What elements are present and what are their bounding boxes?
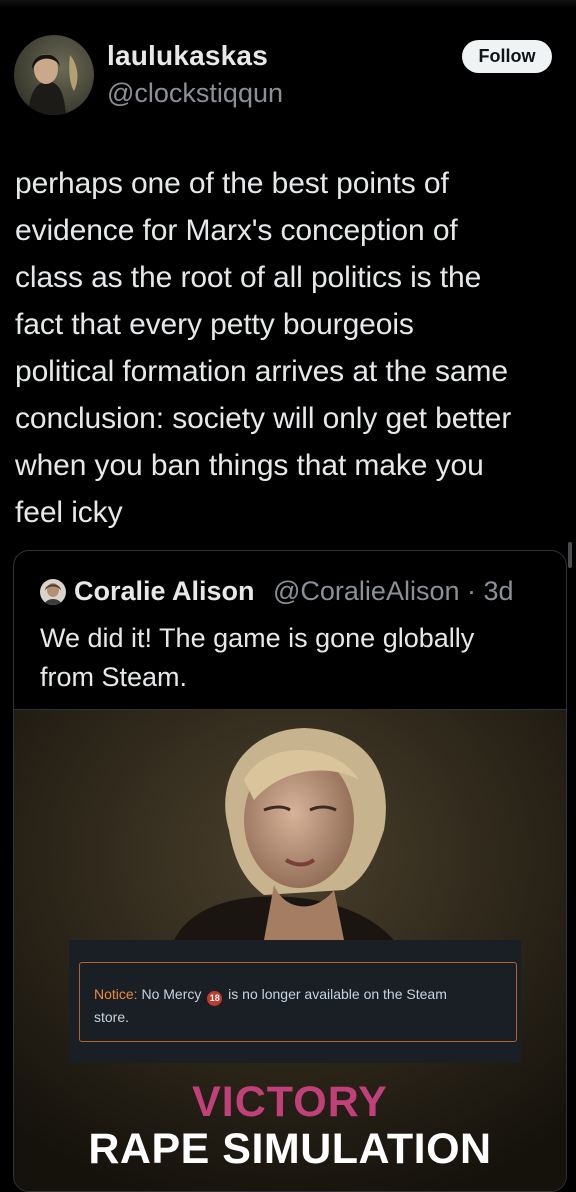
tweet-text: perhaps one of the best points of eviden… <box>15 160 565 536</box>
tweet-line: feel icky <box>15 496 123 529</box>
status-bar-edge <box>0 0 576 8</box>
steam-notice-message: Notice: No Mercy 18 is no longer availab… <box>79 962 517 1042</box>
scrollbar-thumb[interactable] <box>568 542 572 568</box>
quoted-text-line: from Steam. <box>40 662 188 692</box>
quoted-author-avatar[interactable] <box>40 579 66 605</box>
quoted-media-image[interactable]: Notice: No Mercy 18 is no longer availab… <box>14 709 566 1191</box>
tweet-line: when you ban things that make you <box>15 449 484 482</box>
quote-avatar-photo-icon <box>40 579 66 605</box>
tweet-line: fact that every petty bourgeois <box>15 308 414 341</box>
tweet-line: political formation arrives at the same <box>15 355 508 388</box>
quoted-tweet-text: We did it! The game is gone globally fro… <box>40 619 550 697</box>
follow-button[interactable]: Follow <box>462 40 552 73</box>
tweet-line: evidence for Marx's conception of <box>15 214 458 247</box>
author-avatar[interactable] <box>14 35 94 115</box>
author-handle[interactable]: @clockstiqqun <box>107 78 283 109</box>
quoted-author-name[interactable]: Coralie Alison <box>74 576 255 607</box>
victory-caption: VICTORY <box>192 1078 388 1126</box>
tweet-line: class as the root of all politics is the <box>15 261 482 294</box>
notice-text-end: store. <box>94 1009 130 1025</box>
age-rating-18-icon: 18 <box>207 991 223 1006</box>
notice-label: Notice: <box>94 986 138 1002</box>
steam-notice-panel: Notice: No Mercy 18 is no longer availab… <box>69 940 521 1063</box>
quoted-text-line: We did it! The game is gone globally <box>40 623 475 653</box>
banner-caption: RAPE SIMULATION <box>88 1125 492 1173</box>
notice-text: is no longer available on the Steam <box>228 986 447 1002</box>
author-display-name[interactable]: laulukaskas <box>107 40 268 72</box>
tweet-line: perhaps one of the best points of <box>15 167 449 200</box>
avatar-photo-icon <box>14 35 94 115</box>
quoted-tweet-card[interactable]: Coralie Alison @CoralieAlison · 3d We di… <box>13 550 567 1192</box>
quoted-author-handle[interactable]: @CoralieAlison · 3d <box>273 576 514 607</box>
notice-game-name: No Mercy <box>141 986 202 1002</box>
tweet-line: conclusion: society will only get better <box>15 402 512 435</box>
